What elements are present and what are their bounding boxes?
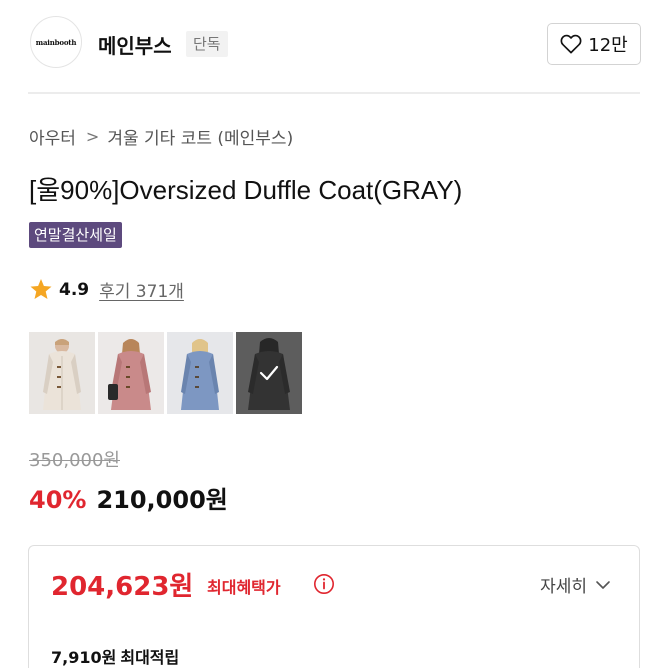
rating-summary: 4.9 후기 371개: [29, 277, 184, 302]
breadcrumb-subcategory[interactable]: 겨울 기타 코트 (메인부스): [107, 124, 293, 149]
detail-toggle-button[interactable]: 자세히: [540, 572, 611, 597]
like-count: 12만: [588, 35, 628, 56]
sale-price: 210,000원: [96, 486, 228, 514]
color-thumbnails: [29, 332, 302, 414]
review-count-link[interactable]: 후기 371개: [99, 277, 184, 302]
sale-price-row: 40% 210,000원: [29, 480, 228, 515]
max-benefit-price: 204,623원: [51, 572, 194, 602]
like-button[interactable]: 12만: [547, 23, 641, 65]
thumbnail-pink[interactable]: [98, 332, 164, 414]
sale-event-badge: 연말결산세일: [29, 222, 122, 248]
brand-logo[interactable]: mainbooth: [30, 16, 82, 68]
brand-name[interactable]: 메인부스: [98, 30, 172, 59]
coat-image-blue: [167, 332, 233, 414]
rating-score: 4.9: [59, 279, 90, 300]
detail-toggle-label: 자세히: [540, 577, 587, 597]
info-icon[interactable]: [313, 573, 335, 595]
store-header: mainbooth 메인부스 단독 12만: [0, 0, 668, 92]
points-amount: 7,910원: [51, 648, 117, 667]
discount-rate: 40%: [29, 486, 87, 514]
chevron-down-icon: [596, 580, 610, 589]
heart-icon: [560, 34, 582, 54]
benefit-panel: 204,623원 최대혜택가 자세히 7,910원 최대적립: [28, 545, 640, 668]
star-icon: [30, 279, 52, 299]
thumbnail-blue[interactable]: [167, 332, 233, 414]
breadcrumb-category[interactable]: 아우터: [29, 124, 76, 149]
breadcrumb-separator: >: [85, 127, 100, 146]
thumbnail-gray-selected[interactable]: [236, 332, 302, 414]
thumbnail-ivory[interactable]: [29, 332, 95, 414]
points-label: 최대적립: [120, 648, 180, 667]
coat-image-ivory: [29, 332, 95, 414]
check-icon: [259, 365, 279, 381]
exclusive-badge: 단독: [186, 31, 228, 57]
coat-image-pink: [98, 332, 164, 414]
max-benefit-label: 최대혜택가: [207, 578, 281, 597]
header-divider: [28, 92, 640, 94]
product-title: [울90%]Oversized Duffle Coat(GRAY): [29, 175, 463, 205]
original-price: 350,000원: [29, 450, 120, 471]
points-row: 7,910원 최대적립: [51, 644, 179, 668]
breadcrumb: 아우터 > 겨울 기타 코트 (메인부스): [29, 124, 293, 149]
brand-logo-text: mainbooth: [35, 37, 77, 47]
